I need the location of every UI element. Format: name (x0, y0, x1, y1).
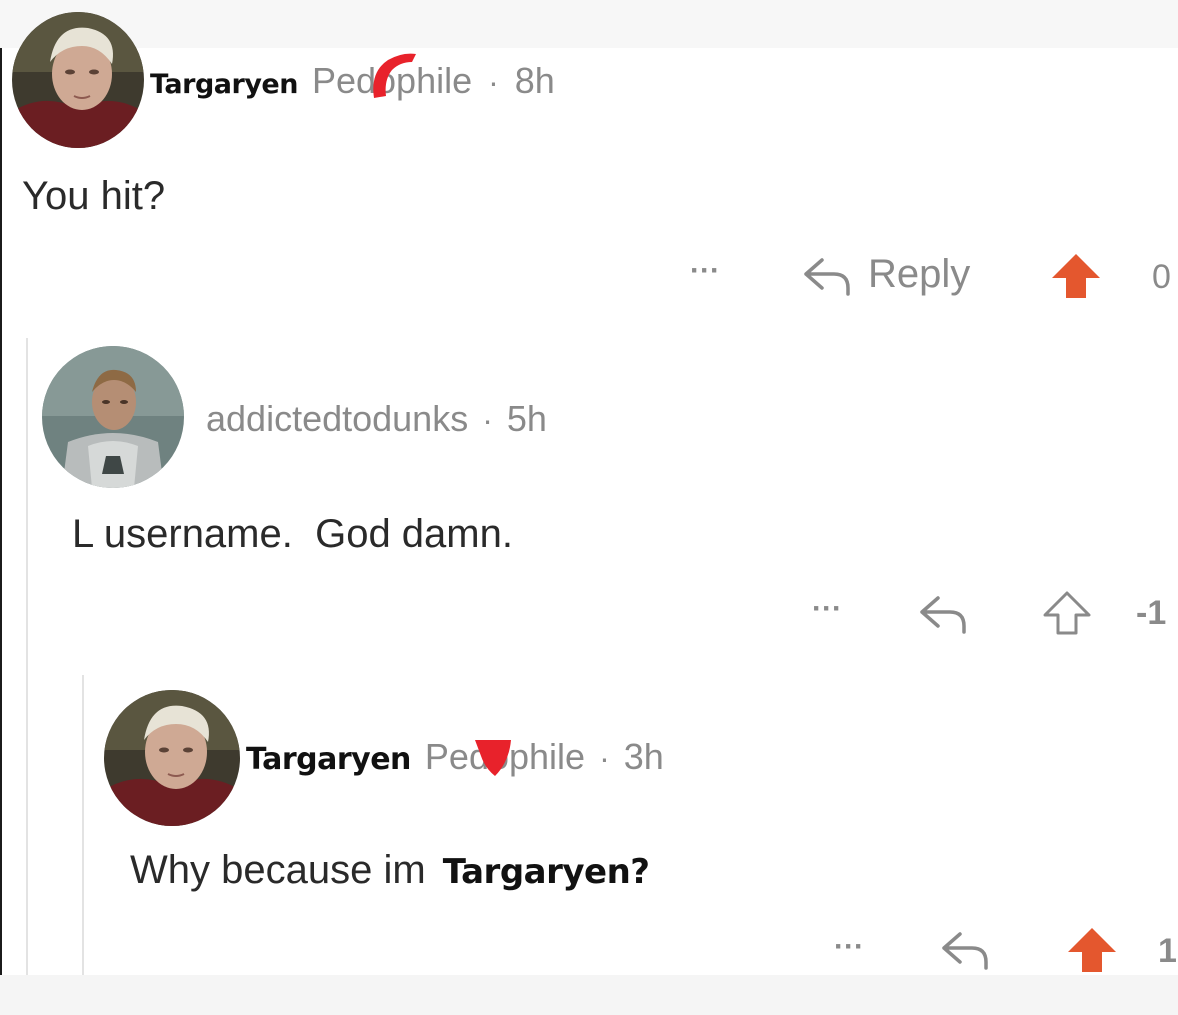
censor-mark (474, 740, 511, 776)
comment-header: Targaryen Pedophile · 8h (150, 53, 555, 102)
username[interactable]: addictedtodunks (206, 398, 468, 440)
reply-arrow-icon[interactable] (800, 254, 852, 296)
more-options-icon[interactable]: ··· (812, 592, 842, 626)
more-options-icon[interactable]: ··· (690, 254, 720, 288)
comment-body-bold: Targaryen? (442, 852, 650, 892)
timestamp: 3h (623, 736, 664, 777)
reply-arrow-icon[interactable] (938, 928, 990, 970)
vote-score: 0 (1152, 258, 1171, 296)
avatar[interactable] (42, 346, 184, 488)
vote-score: 1 (1158, 932, 1177, 970)
comment-header: Targaryen Pedophile · 3h (246, 736, 664, 778)
upvote-arrow-icon[interactable] (1050, 252, 1102, 300)
comment-body: L username. God damn. (72, 512, 513, 556)
meta-separator: · (488, 64, 499, 100)
username[interactable]: Targaryen (150, 69, 298, 100)
user-flair: Pedophile (312, 53, 472, 102)
more-options-icon[interactable]: ··· (834, 930, 864, 964)
top-margin (0, 0, 1178, 48)
meta-separator: · (482, 402, 493, 438)
user-flair: Pedophile (425, 736, 585, 778)
censor-mark (373, 53, 416, 98)
username[interactable]: Targaryen (246, 742, 411, 777)
avatar[interactable] (12, 12, 144, 148)
vote-score: -1 (1136, 594, 1167, 632)
upvote-arrow-icon[interactable] (1042, 590, 1092, 636)
avatar-image (42, 346, 184, 488)
thread-line (26, 338, 28, 975)
timestamp: 5h (506, 398, 547, 439)
comment-body: You hit? (22, 174, 166, 218)
comment-header: addictedtodunks · 5h (206, 398, 547, 440)
avatar-image (104, 690, 240, 826)
reply-button[interactable]: Reply (868, 252, 970, 297)
reply-arrow-icon[interactable] (916, 592, 968, 634)
avatar-image (12, 12, 144, 148)
comment-body: Why because im Targaryen? (130, 848, 650, 893)
avatar[interactable] (104, 690, 240, 826)
meta-separator: · (599, 740, 610, 776)
thread-line (82, 675, 84, 975)
comment-body-text: Why because im (130, 848, 426, 892)
thread-line (0, 48, 2, 975)
comment-thread-screenshot: Targaryen Pedophile · 8h You hit? ··· Re… (0, 0, 1178, 1015)
upvote-arrow-icon[interactable] (1066, 926, 1118, 974)
timestamp: 8h (514, 60, 555, 101)
bottom-margin (0, 975, 1178, 1015)
